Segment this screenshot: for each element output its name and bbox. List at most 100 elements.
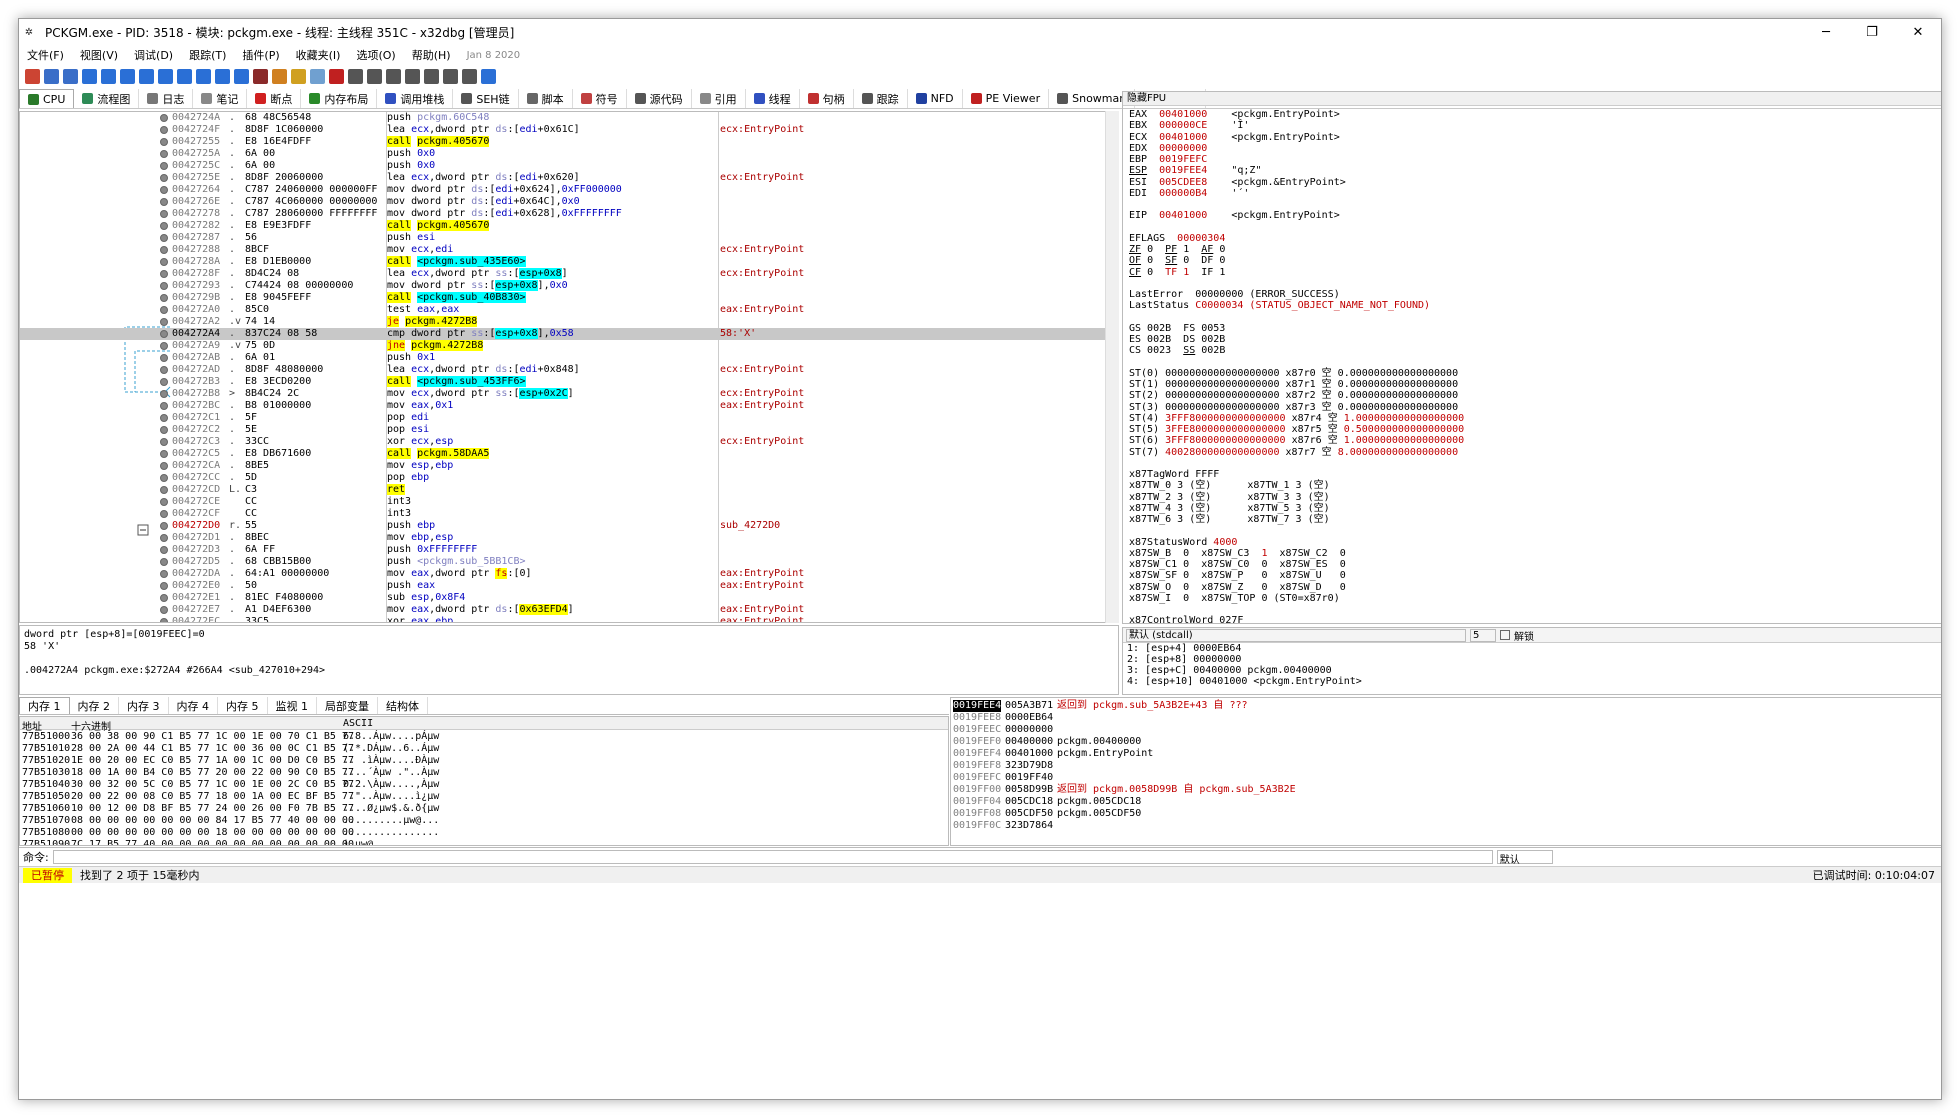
breakpoint-marker[interactable] bbox=[160, 126, 168, 134]
toolbar-button-icon[interactable] bbox=[329, 68, 344, 84]
menu-item-4[interactable]: 插件(P) bbox=[234, 47, 287, 63]
stack-row[interactable]: 0019FF00 0058D99B 返回到 pckgm.0058D99B 自 pck… bbox=[951, 784, 1931, 796]
breakpoint-marker[interactable] bbox=[160, 210, 168, 218]
toolbar-button-icon[interactable] bbox=[196, 68, 211, 84]
register-line[interactable]: OF 0 SF 0 DF 0 bbox=[1129, 255, 1225, 266]
breakpoint-marker[interactable] bbox=[160, 282, 168, 290]
breakpoint-marker[interactable] bbox=[160, 606, 168, 614]
restore-button[interactable]: ❐ bbox=[1849, 19, 1895, 45]
disasm-row[interactable]: 004272C3. 33CC xor ecx,esp ecx:EntryPoint bbox=[20, 436, 1106, 448]
tab-2[interactable]: 日志 bbox=[139, 89, 194, 108]
dump-row[interactable]: 77B51060 10 00 12 00 D8 BF B5 77 24 00 26… bbox=[20, 803, 940, 815]
disasm-row[interactable]: 004272B3. E8 3ECD0200 call <pckgm.sub_453F… bbox=[20, 376, 1106, 388]
dump-row[interactable]: 77B51070 08 00 00 00 00 00 00 00 84 17 B5… bbox=[20, 815, 940, 827]
disasm-row[interactable]: 004272A4. 837C24 08 58 cmp dword ptr ss:[e… bbox=[20, 328, 1106, 340]
register-line[interactable]: ZF 0 PF 1 AF 0 bbox=[1129, 244, 1225, 255]
disasm-row[interactable]: 0042724A. 68 48C56548 push pckgm.60C548 bbox=[20, 112, 1106, 124]
register-line[interactable]: ST(6) 3FFF8000000000000000 x87r6 空 1.000… bbox=[1129, 435, 1464, 446]
tab-12[interactable]: 线程 bbox=[746, 89, 800, 108]
tab-7[interactable]: SEH链 bbox=[453, 89, 519, 108]
breakpoint-marker[interactable] bbox=[160, 162, 168, 170]
breakpoint-marker[interactable] bbox=[160, 378, 168, 386]
register-line[interactable]: x87SW_I 0 x87SW_TOP 0 (ST0=x87r0) bbox=[1129, 593, 1340, 604]
disasm-row[interactable]: 004272BC. B8 01000000 mov eax,0x1 eax:Entry… bbox=[20, 400, 1106, 412]
breakpoint-marker[interactable] bbox=[160, 258, 168, 266]
breakpoint-marker[interactable] bbox=[160, 498, 168, 506]
tab-15[interactable]: NFD bbox=[908, 89, 963, 108]
minimize-button[interactable]: ─ bbox=[1803, 19, 1849, 45]
disasm-row[interactable]: 0042728A. E8 D1EB0000 call <pckgm.sub_435E… bbox=[20, 256, 1106, 268]
breakpoint-marker[interactable] bbox=[160, 342, 168, 350]
stack-row[interactable]: 0019FEF0 00400000 pckgm.00400000 bbox=[951, 736, 1931, 748]
register-line[interactable]: CF 0 TF 1 IF 1 bbox=[1129, 267, 1225, 278]
register-line[interactable]: x87ControlWord 027F bbox=[1129, 615, 1243, 623]
register-line[interactable]: EDI 000000B4 '´' bbox=[1129, 188, 1249, 199]
stack-row[interactable]: 0019FEE8 0000EB64 bbox=[951, 712, 1931, 724]
breakpoint-marker[interactable] bbox=[160, 138, 168, 146]
disasm-row[interactable]: 004272CE CC int3 bbox=[20, 496, 1106, 508]
register-line[interactable]: EBP 0019FEFC bbox=[1129, 154, 1207, 165]
breakpoint-marker[interactable] bbox=[160, 414, 168, 422]
disasm-row[interactable]: 00427288. 8BCF mov ecx,edi ecx:EntryPoint bbox=[20, 244, 1106, 256]
breakpoint-marker[interactable] bbox=[160, 534, 168, 542]
tab-3[interactable]: 笔记 bbox=[193, 89, 248, 108]
disasm-row[interactable]: 0042724F. 8D8F 1C060000 lea ecx,dword ptr … bbox=[20, 124, 1106, 136]
register-line[interactable]: ESP 0019FEE4 "q;Z" bbox=[1129, 165, 1261, 176]
register-line[interactable]: LastError 00000000 (ERROR_SUCCESS) bbox=[1129, 289, 1340, 300]
register-line[interactable]: ST(5) 3FFE8000000000000000 x87r5 空 0.500… bbox=[1129, 424, 1464, 435]
breakpoint-marker[interactable] bbox=[160, 330, 168, 338]
bottom-tab-7[interactable]: 结构体 bbox=[378, 697, 428, 714]
register-line[interactable]: ESI 005CDEE8 <pckgm.&EntryPoint> bbox=[1129, 177, 1346, 188]
register-line[interactable]: x87TW_2 3 (空) x87TW_3 3 (空) bbox=[1129, 492, 1330, 503]
disasm-row[interactable]: 004272C2. 5E pop esi bbox=[20, 424, 1106, 436]
disasm-row[interactable]: 00427287. 56 push esi bbox=[20, 232, 1106, 244]
register-line[interactable]: x87TW_0 3 (空) x87TW_1 3 (空) bbox=[1129, 480, 1330, 491]
register-line[interactable]: CS 0023 SS 002B bbox=[1129, 345, 1225, 356]
register-line[interactable]: x87SW_O 0 x87SW_Z 0 x87SW_D 0 bbox=[1129, 582, 1346, 593]
tab-4[interactable]: 断点 bbox=[247, 89, 302, 108]
register-line[interactable]: x87SW_SF 0 x87SW_P 0 x87SW_U 0 bbox=[1129, 570, 1346, 581]
breakpoint-marker[interactable] bbox=[160, 558, 168, 566]
menu-item-5[interactable]: 收藏夹(I) bbox=[288, 47, 349, 63]
breakpoint-marker[interactable] bbox=[160, 306, 168, 314]
disasm-row[interactable]: 004272E7. A1 D4EF6300 mov eax,dword ptr ds… bbox=[20, 604, 1106, 616]
memory-dump-view[interactable]: 地址 十六进制 ASCII 77B51000 36 00 38 00 90 C1 … bbox=[19, 716, 949, 846]
stack-row[interactable]: 0019FEE4 005A3B71 返回到 pckgm.sub_5A3B2E+43 … bbox=[951, 700, 1931, 712]
menu-item-0[interactable]: 文件(F) bbox=[19, 47, 72, 63]
breakpoint-marker[interactable] bbox=[160, 366, 168, 374]
toolbar-button-icon[interactable] bbox=[481, 68, 496, 84]
disasm-row[interactable]: 004272A9 .v 75 0D jne pckgm.4272B8 bbox=[20, 340, 1106, 352]
toolbar-button-icon[interactable] bbox=[386, 68, 401, 84]
register-line[interactable]: EIP 00401000 <pckgm.EntryPoint> bbox=[1129, 210, 1340, 221]
bottom-tab-4[interactable]: 内存 5 bbox=[218, 697, 268, 714]
stack-row[interactable]: 0019FF0C 323D7864 bbox=[951, 820, 1931, 832]
breakpoint-marker[interactable] bbox=[160, 618, 168, 622]
tab-0[interactable]: CPU bbox=[19, 89, 75, 108]
disasm-row[interactable]: 004272D1. 8BEC mov ebp,esp bbox=[20, 532, 1106, 544]
register-line[interactable]: x87SW_C1 0 x87SW_C0 0 x87SW_ES 0 bbox=[1129, 559, 1346, 570]
disasm-row[interactable]: 004272CA. 8BE5 mov esp,ebp bbox=[20, 460, 1106, 472]
menu-item-6[interactable]: 选项(O) bbox=[348, 47, 403, 63]
dump-row[interactable]: 77B51040 30 00 32 00 5C C0 B5 77 1C 00 1E… bbox=[20, 779, 940, 791]
tab-16[interactable]: PE Viewer bbox=[963, 89, 1050, 108]
toolbar-button-icon[interactable] bbox=[348, 68, 363, 84]
register-line[interactable]: EBX 000000CE 'Î' bbox=[1129, 120, 1249, 131]
register-line[interactable]: ES 002B DS 002B bbox=[1129, 334, 1225, 345]
toolbar-button-icon[interactable] bbox=[158, 68, 173, 84]
disasm-row[interactable]: 0042728F. 8D4C24 08 lea ecx,dword ptr ss:[… bbox=[20, 268, 1106, 280]
breakpoint-marker[interactable] bbox=[160, 150, 168, 158]
bottom-tab-1[interactable]: 内存 2 bbox=[70, 697, 119, 714]
breakpoint-marker[interactable] bbox=[160, 450, 168, 458]
register-line[interactable]: EDX 00000000 bbox=[1129, 143, 1207, 154]
disasm-row[interactable]: 0042729B. E8 9045FEFF call <pckgm.sub_40B8… bbox=[20, 292, 1106, 304]
toolbar-button-icon[interactable] bbox=[215, 68, 230, 84]
disasm-row[interactable]: 004272D3. 6A FF push 0xFFFFFFFF bbox=[20, 544, 1106, 556]
breakpoint-marker[interactable] bbox=[160, 510, 168, 518]
toolbar-button-icon[interactable] bbox=[82, 68, 97, 84]
tab-11[interactable]: 引用 bbox=[692, 89, 746, 108]
dump-row[interactable]: 77B51010 28 00 2A 00 44 C1 B5 77 1C 00 36… bbox=[20, 743, 940, 755]
stack-row[interactable]: 0019FF04 005CDC18 pckgm.005CDC18 bbox=[951, 796, 1931, 808]
tab-9[interactable]: 符号 bbox=[573, 89, 627, 108]
disasm-row[interactable]: 0042726E. C787 4C060000 00000000 mov dword… bbox=[20, 196, 1106, 208]
disasm-row[interactable]: 004272CF CC int3 bbox=[20, 508, 1106, 520]
